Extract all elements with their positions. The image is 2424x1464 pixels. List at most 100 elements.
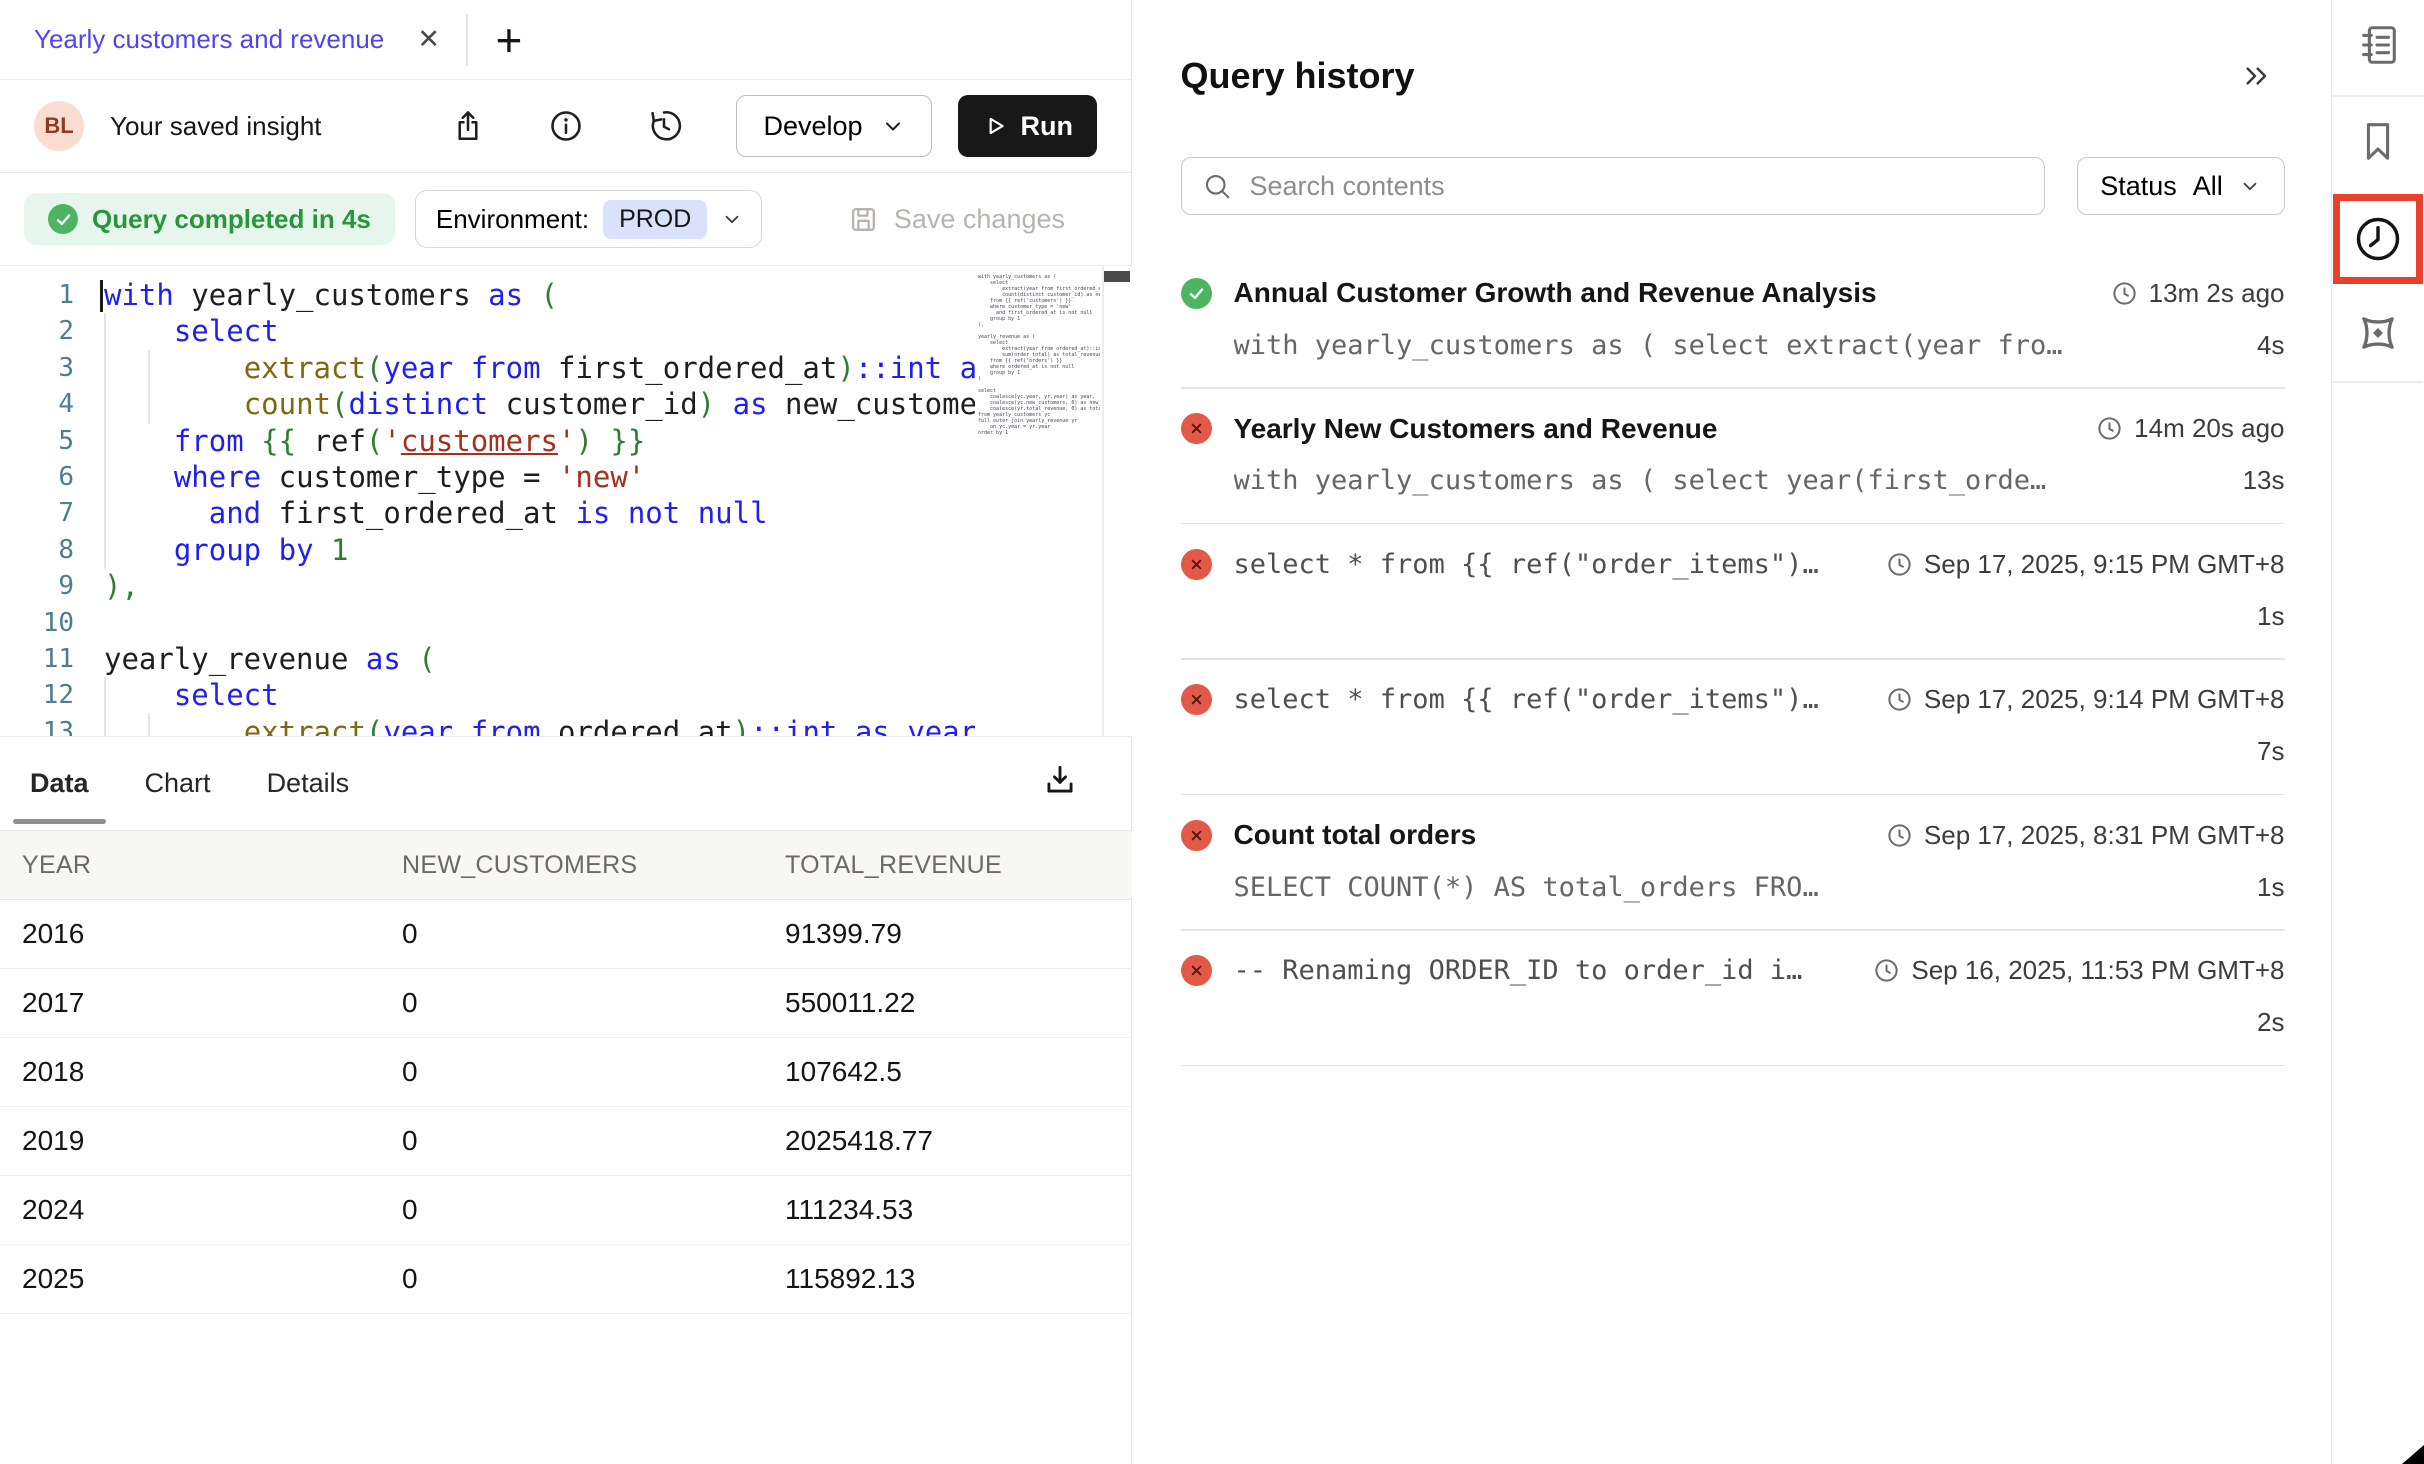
page-title: Query history [1181,55,1415,97]
history-item-duration: 2s [2237,1007,2284,1038]
tab-label: Data [30,768,89,799]
history-item[interactable]: select * from {{ ref("order_items")…Sep … [1181,660,2285,794]
code-line[interactable]: yearly_revenue as ( [104,641,975,677]
table-cell: 2016 [22,918,402,950]
history-clock-icon[interactable] [2352,213,2404,265]
minimap-code: with yearly_customers as ( select extrac… [978,274,1100,436]
code-line[interactable] [104,605,975,641]
collapse-panel-icon[interactable] [2241,60,2273,92]
sql-editor[interactable]: 12345678910111213 with yearly_customers … [0,265,1132,737]
history-item-title: select * from {{ ref("order_items")… [1234,549,1819,580]
code-line[interactable]: with yearly_customers as ( [104,277,975,313]
line-number: 9 [0,568,74,604]
avatar: BL [34,101,84,151]
divider [1181,1065,2285,1067]
history-item-time: Sep 17, 2025, 9:14 PM GMT+8 [1866,684,2285,715]
develop-button[interactable]: Develop [736,95,931,157]
dbt-icon[interactable] [2332,308,2423,358]
search-box[interactable] [1181,157,2045,215]
history-item-time: Sep 16, 2025, 11:53 PM GMT+8 [1853,955,2284,986]
table-cell: 0 [402,1194,785,1226]
line-number: 12 [0,677,74,713]
search-input[interactable] [1248,170,2024,203]
table-cell: 2025 [22,1263,402,1295]
table-cell: 2025418.77 [785,1125,1132,1157]
code-line[interactable]: select [104,313,975,349]
history-item[interactable]: Count total orders Sep 17, 2025, 8:31 PM … [1181,795,2285,929]
code-line[interactable]: where customer_type = 'new' [104,459,975,495]
history-list: Annual Customer Growth and Revenue Analy… [1181,253,2285,1066]
results-table: YEARNEW_CUSTOMERSTOTAL_REVENUE 201609139… [0,830,1132,1314]
table-cell: 2017 [22,987,402,1019]
table-cell: 0 [402,987,785,1019]
results-tab-details[interactable]: Details [267,737,350,830]
saved-insight-label: Your saved insight [110,111,322,142]
download-results-button[interactable] [1041,761,1079,799]
highlight-annotation [2333,194,2423,284]
notebook-icon[interactable] [2332,22,2423,68]
results-tab-data[interactable]: Data [30,737,89,830]
line-number: 8 [0,532,74,568]
history-item-snippet: with yearly_customers as ( select year(f… [1234,465,2047,496]
info-icon[interactable] [548,108,584,144]
close-tab-icon[interactable]: ✕ [417,26,440,53]
code-line[interactable]: count(distinct customer_id) as new_custo… [104,386,975,422]
tab-label: Details [267,768,350,799]
table-cell: 2024 [22,1194,402,1226]
environment-selector[interactable]: Environment: PROD [415,190,762,248]
environment-label: Environment: [436,204,589,235]
error-icon [1181,820,1212,851]
history-item[interactable]: Yearly New Customers and Revenue14m 20s … [1181,389,2285,523]
play-icon [982,113,1008,139]
code-line[interactable]: from {{ ref('customers') }} [104,423,975,459]
table-row[interactable]: 201902025418.77 [0,1107,1132,1176]
history-item[interactable]: select * from {{ ref("order_items")… Sep … [1181,524,2285,658]
line-number: 10 [0,605,74,641]
minimap-scrollbar-thumb[interactable] [1104,271,1130,282]
table-row[interactable]: 20250115892.13 [0,1245,1132,1314]
line-number: 4 [0,386,74,422]
editor-minimap[interactable]: with yearly_customers as ( select extrac… [978,274,1100,730]
save-changes-button[interactable]: Save changes [848,204,1065,235]
bookmark-icon[interactable] [2332,118,2423,164]
editor-panel: Yearly customers and revenue ✕ + BL Your… [0,0,1132,1464]
history-item[interactable]: -- Renaming ORDER_ID to order_id i…Sep 1… [1181,931,2285,1065]
new-tab-button[interactable]: + [490,16,529,64]
table-row[interactable]: 20170550011.22 [0,969,1132,1038]
code-lines[interactable]: with yearly_customers as ( select extrac… [104,277,975,737]
share-icon[interactable] [450,108,486,144]
code-line[interactable]: ), [104,568,975,604]
table-cell: 107642.5 [785,1056,1132,1088]
error-icon [1181,684,1212,715]
table-row[interactable]: 20180107642.5 [0,1038,1132,1107]
history-item-time: Sep 17, 2025, 9:15 PM GMT+8 [1866,549,2285,580]
query-history-icon[interactable] [646,108,682,144]
query-history-header: Query history [1181,54,2285,98]
run-button[interactable]: Run [958,95,1097,157]
search-icon [1202,171,1232,201]
history-item-title: Count total orders [1234,819,1477,851]
line-number: 7 [0,495,74,531]
history-item-time: 14m 20s ago [2076,413,2284,444]
history-item-time: Sep 17, 2025, 8:31 PM GMT+8 [1866,820,2285,851]
code-line[interactable]: extract(year from first_ordered_at)::int… [104,350,975,386]
table-row[interactable]: 2016091399.79 [0,900,1132,969]
line-number: 11 [0,641,74,677]
line-number: 1 [0,277,74,313]
code-line[interactable]: extract(year from ordered_at)::int as ye… [104,714,975,737]
history-item-snippet: with yearly_customers as ( select extrac… [1234,330,2063,361]
line-number: 13 [0,714,74,737]
tab-yearly-customers-and-revenue[interactable]: Yearly customers and revenue ✕ [0,24,466,55]
code-line[interactable]: select [104,677,975,713]
chevron-down-icon [2239,175,2261,197]
status-filter-dropdown[interactable]: Status All [2077,157,2285,215]
history-item-duration: 1s [2237,601,2284,632]
status-filter-label: Status [2100,171,2177,202]
text-cursor [100,280,103,312]
code-line[interactable]: group by 1 [104,532,975,568]
clock-icon [1886,686,1913,713]
code-line[interactable]: and first_ordered_at is not null [104,495,975,531]
results-tab-chart[interactable]: Chart [145,737,211,830]
table-row[interactable]: 20240111234.53 [0,1176,1132,1245]
history-item[interactable]: Annual Customer Growth and Revenue Analy… [1181,253,2285,387]
